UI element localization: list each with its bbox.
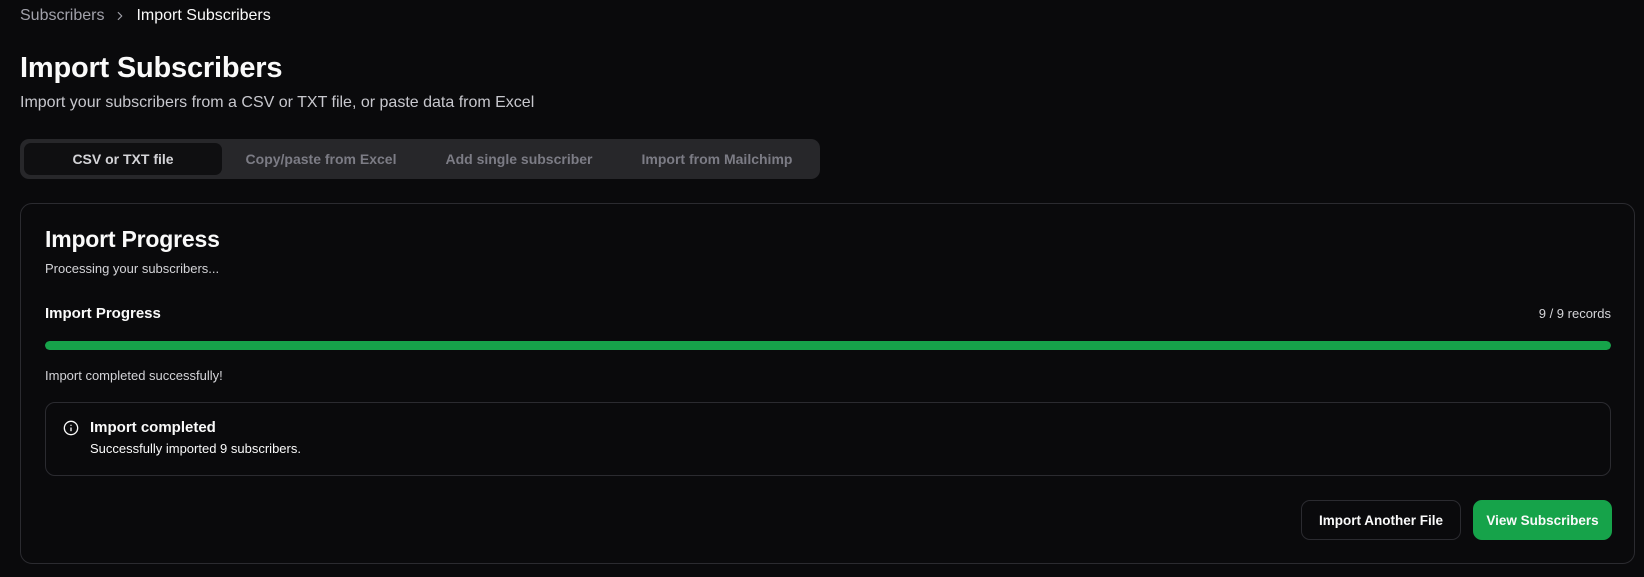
progress-count: 9 / 9 records (1538, 306, 1611, 321)
success-alert: Import completed Successfully imported 9… (45, 402, 1611, 476)
breadcrumb-subscribers-link[interactable]: Subscribers (20, 7, 104, 25)
chevron-right-icon (104, 9, 136, 23)
breadcrumb: Subscribers Import Subscribers (20, 6, 271, 26)
page-subtitle: Import your subscribers from a CSV or TX… (20, 94, 535, 111)
status-text: Import completed successfully! (45, 368, 223, 383)
card-title: Import Progress (45, 226, 220, 252)
import-another-file-button[interactable]: Import Another File (1301, 500, 1461, 540)
breadcrumb-current: Import Subscribers (136, 7, 271, 24)
tab-add-single-subscriber[interactable]: Add single subscriber (420, 143, 618, 175)
view-subscribers-button[interactable]: View Subscribers (1473, 500, 1612, 540)
tab-copy-paste-excel[interactable]: Copy/paste from Excel (222, 143, 420, 175)
tab-csv-txt-file[interactable]: CSV or TXT file (24, 143, 222, 175)
tab-import-mailchimp[interactable]: Import from Mailchimp (618, 143, 816, 175)
alert-title: Import completed (90, 419, 216, 436)
progress-bar-fill (45, 341, 1611, 350)
info-icon (63, 420, 79, 436)
import-method-tabs: CSV or TXT file Copy/paste from Excel Ad… (20, 139, 820, 179)
progress-label: Import Progress (45, 305, 161, 322)
import-subscribers-page: Subscribers Import Subscribers Import Su… (0, 0, 1644, 577)
card-description: Processing your subscribers... (45, 261, 220, 276)
import-progress-card: Import Progress Processing your subscrib… (20, 203, 1635, 564)
progress-bar (45, 341, 1611, 350)
page-title: Import Subscribers (20, 52, 283, 84)
alert-description: Successfully imported 9 subscribers. (90, 441, 301, 456)
